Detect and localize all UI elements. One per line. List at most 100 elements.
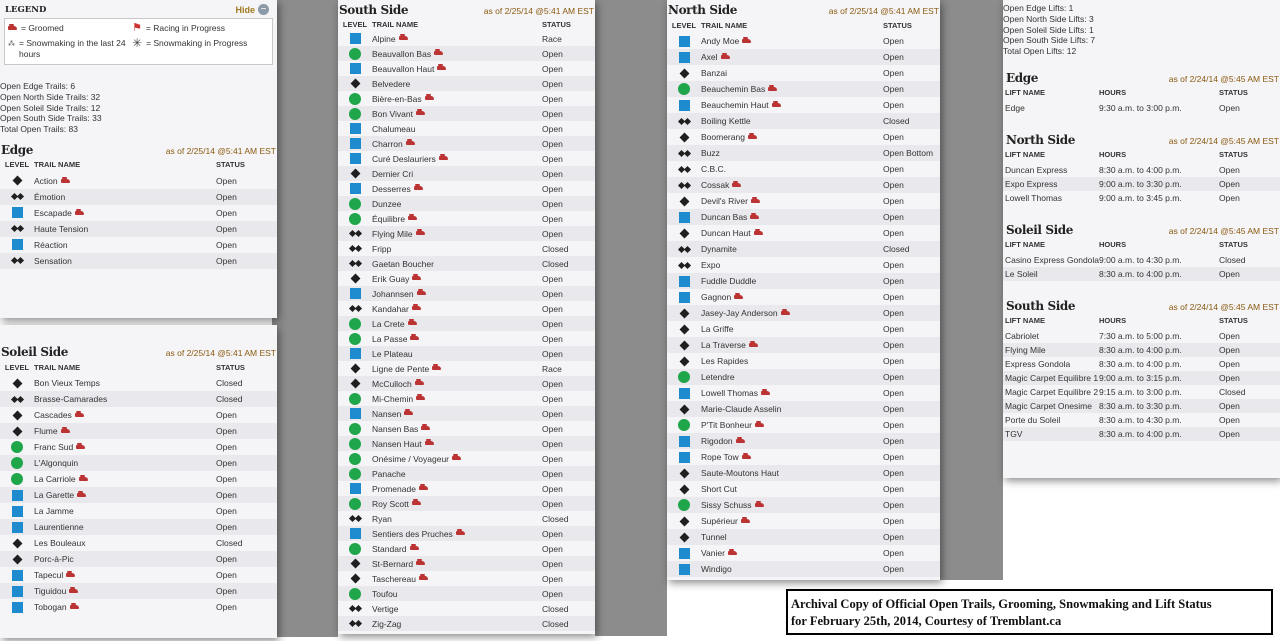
trail-row: Andy Moe Open — [667, 33, 940, 49]
trail-name: Belvedere — [372, 79, 542, 89]
lift-row: Le Soleil 8:30 a.m. to 4:00 p.m. Open — [1003, 266, 1280, 281]
section-title: South Side — [1006, 298, 1076, 313]
archive-caption: Archival Copy of Official Open Trails, G… — [786, 589, 1273, 635]
trail-level — [338, 332, 372, 345]
lift-status: Open — [1219, 102, 1240, 113]
trail-name-text: Réaction — [34, 239, 68, 250]
trail-row: Duncan Haut Open — [667, 225, 940, 241]
trail-row: La Jamme Open — [0, 503, 277, 519]
trail-name-text: Windigo — [701, 564, 732, 574]
trail-level — [338, 348, 372, 359]
trail-status: Closed — [542, 603, 569, 614]
trail-name-text: Curé Deslauriers — [372, 153, 436, 164]
as-of-timestamp: as of 2/25/14 @5:41 AM EST — [828, 6, 939, 16]
trail-level — [667, 451, 701, 463]
trail-level — [338, 47, 372, 60]
blue-square-icon — [349, 348, 361, 359]
backdrop — [272, 0, 338, 637]
trail-row: Sensation Open — [0, 252, 277, 269]
trail-status: Open — [883, 356, 904, 366]
trail-name: Nansen — [372, 409, 542, 419]
col-trail-name: TRAIL NAME — [34, 362, 81, 372]
lift-name: Lowell Thomas — [1005, 192, 1063, 203]
trail-name-text: Devil's River — [701, 196, 748, 206]
col-trail-name: TRAIL NAME — [372, 19, 419, 29]
trail-name-text: Lowell Thomas — [701, 388, 759, 398]
black-diamond-icon — [12, 378, 22, 388]
trail-status: Open — [216, 442, 237, 452]
trail-name-text: Toufou — [372, 588, 398, 599]
trail-totals: Open Edge Trails: 6 Open North Side Trai… — [0, 81, 277, 135]
lift-total-all: Total Open Lifts: 12 — [1003, 46, 1077, 57]
trail-status: Open — [542, 573, 563, 584]
trail-row: Beauchemin Haut Open — [667, 97, 940, 113]
legend-groomed: = Groomed — [21, 23, 64, 33]
trail-name-text: Boiling Kettle — [701, 116, 751, 126]
green-circle-icon — [678, 499, 690, 511]
trail-name-text: Dynamite — [701, 244, 737, 254]
lift-hours: 8:30 a.m. to 3:30 p.m. — [1099, 400, 1182, 411]
trail-name: Gagnon — [701, 292, 883, 302]
as-of-timestamp: as of 2/24/14 @5:45 AM EST — [1168, 73, 1279, 84]
double-black-diamond-icon — [677, 181, 691, 189]
lift-row: Express Gondola 8:30 a.m. to 4:00 p.m. Ope… — [1003, 357, 1280, 371]
trail-name: Axel — [701, 52, 883, 62]
lift-status: Open — [1219, 372, 1240, 383]
trail-level — [338, 229, 372, 238]
groomed-icon — [415, 109, 425, 116]
trail-status: Closed — [216, 538, 243, 548]
green-circle-icon — [349, 92, 361, 105]
trail-name-text: Rope Tow — [701, 452, 739, 462]
trail-name: Charron — [372, 139, 542, 149]
trail-name: Vertige — [372, 604, 542, 614]
trail-level — [667, 211, 701, 223]
lift-row: Magic Carpet Equilibre 1 9:00 a.m. to 3:1… — [1003, 370, 1280, 385]
trail-name-text: Mi-Chemin — [372, 393, 414, 404]
trail-name: Standard — [372, 544, 542, 554]
groomed-icon — [432, 364, 442, 371]
blue-square-icon — [678, 451, 690, 463]
groomed-icon — [409, 544, 419, 551]
groomed-icon — [754, 420, 764, 427]
trail-name: Nansen Haut — [372, 439, 542, 449]
trail-name-text: Nansen Haut — [372, 438, 422, 449]
as-of-timestamp: as of 2/24/14 @5:45 AM EST — [1168, 301, 1279, 312]
as-of-timestamp: as of 2/25/14 @5:41 AM EST — [483, 6, 594, 16]
groomed-icon — [398, 34, 408, 41]
black-diamond-icon — [350, 558, 360, 569]
groomed-icon — [761, 388, 771, 395]
groomed-icon — [421, 424, 431, 431]
groomed-icon — [754, 500, 764, 507]
trail-level — [338, 197, 372, 210]
trail-row: Zig-Zag Closed — [338, 616, 595, 631]
trail-level — [667, 563, 701, 575]
double-black-diamond-icon — [677, 165, 691, 173]
trail-row: Réaction Open — [0, 237, 277, 253]
trail-name-text: Bon Vivant — [372, 108, 413, 119]
lift-status: Open — [1219, 178, 1240, 189]
col-status: STATUS — [1219, 150, 1248, 160]
black-diamond-icon — [12, 410, 22, 420]
trail-row: Sentiers des Pruches Open — [338, 526, 595, 541]
lift-name: TGV — [1005, 428, 1023, 439]
trail-row: L'Algonquin Open — [0, 455, 277, 471]
groomed-icon — [452, 454, 462, 461]
trail-level — [0, 505, 34, 517]
trail-name-text: Porc-à-Pic — [34, 554, 74, 564]
double-black-diamond-icon — [677, 261, 691, 269]
trail-row: Bon Vivant Open — [338, 106, 595, 121]
trail-status: Open — [542, 378, 563, 389]
groomed-icon — [753, 228, 763, 235]
groomed-icon — [437, 64, 447, 71]
trail-level — [667, 165, 701, 173]
lift-row: Duncan Express 8:30 a.m. to 4:00 p.m. Open — [1003, 163, 1280, 177]
lift-name: Magic Carpet Onesime — [1005, 400, 1092, 411]
trail-name-text: Saute-Moutons Haut — [701, 468, 779, 478]
trail-name: Alpine — [372, 34, 542, 44]
trail-level — [338, 168, 372, 179]
groomed-icon — [748, 340, 758, 347]
green-circle-icon — [349, 422, 361, 435]
double-black-diamond-icon — [348, 514, 362, 523]
trail-name: Bon Vivant — [372, 109, 542, 119]
hide-legend-button[interactable]: Hide − — [235, 4, 269, 15]
